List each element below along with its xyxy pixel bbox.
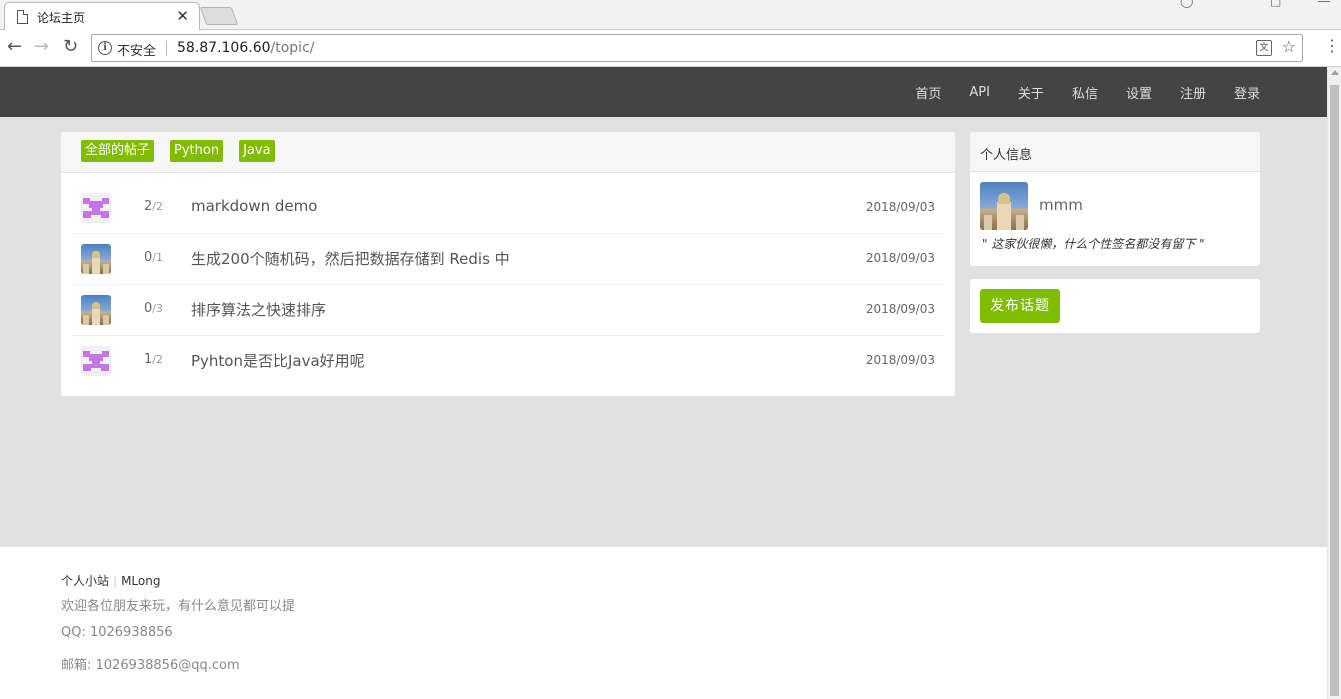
avatar[interactable] bbox=[81, 244, 111, 274]
nav-settings[interactable]: 设置 bbox=[1126, 83, 1152, 102]
footer-email: 邮箱: 1026938856@qq.com bbox=[61, 658, 240, 673]
site-footer: 个人小站 | MLong 欢迎各位朋友来玩，有什么意见都可以提 QQ: 102693… bbox=[0, 547, 1327, 699]
avatar[interactable] bbox=[81, 193, 111, 223]
translate-icon[interactable]: 文 bbox=[1256, 40, 1272, 56]
scroll-up-icon[interactable] bbox=[1331, 70, 1339, 75]
footer-welcome: 欢迎各位朋友来玩，有什么意见都可以提 bbox=[61, 599, 296, 614]
visit-count: 2 bbox=[156, 353, 163, 366]
security-label: 不安全 bbox=[117, 44, 157, 59]
address-bar[interactable]: i 不安全 58.87.106.60/topic/ 文 ☆ bbox=[91, 34, 1303, 62]
browser-tabstrip: 论坛主页 ✕ ◯ □ ― bbox=[0, 0, 1341, 31]
topic-list: 2/2 markdown demo 2018/09/03 0/1 生成200个随… bbox=[61, 173, 955, 387]
footer-link-personal-site[interactable]: 个人小站 bbox=[61, 574, 109, 588]
back-icon[interactable]: ← bbox=[7, 36, 22, 58]
username[interactable]: mmm bbox=[1039, 196, 1083, 214]
user-info-header: 个人信息 bbox=[970, 132, 1260, 172]
reload-icon[interactable]: ↻ bbox=[63, 36, 78, 58]
maximize-icon[interactable]: □ bbox=[1270, 0, 1281, 8]
topic-panel: 全部的帖子 Python Java 2/2 markdown demo 2018… bbox=[61, 132, 955, 396]
tab-title: 论坛主页 bbox=[37, 11, 86, 25]
page-scrollbar[interactable] bbox=[1327, 67, 1341, 699]
info-icon[interactable]: i bbox=[98, 41, 112, 55]
identicon-avatar-icon bbox=[81, 346, 111, 376]
url-path: /topic/ bbox=[270, 40, 315, 56]
tab-python[interactable]: Python bbox=[170, 140, 224, 162]
topic-counts: 2/2 bbox=[144, 199, 163, 214]
avatar[interactable] bbox=[81, 295, 111, 325]
topic-date: 2018/09/03 bbox=[865, 200, 935, 214]
user-avatar[interactable] bbox=[980, 182, 1028, 230]
site-navbar: 首页 API 关于 私信 设置 注册 登录 bbox=[0, 67, 1327, 117]
photo-avatar-icon bbox=[81, 295, 111, 325]
identicon-avatar-icon bbox=[81, 193, 111, 223]
topic-date: 2018/09/03 bbox=[865, 251, 935, 265]
nav-home[interactable]: 首页 bbox=[915, 83, 941, 102]
nav-menu: 首页 API 关于 私信 设置 注册 登录 bbox=[887, 67, 1260, 117]
post-topic-panel: 发布话题 bbox=[970, 279, 1260, 333]
nav-login[interactable]: 登录 bbox=[1234, 83, 1260, 102]
topic-title-link[interactable]: 生成200个随机码，然后把数据存储到 Redis 中 bbox=[191, 248, 510, 269]
forward-icon[interactable]: → bbox=[34, 36, 49, 58]
visit-count: 1 bbox=[156, 251, 163, 264]
scroll-thumb[interactable] bbox=[1330, 85, 1339, 696]
topic-row: 0/1 生成200个随机码，然后把数据存储到 Redis 中 2018/09/0… bbox=[71, 234, 945, 285]
avatar[interactable] bbox=[81, 346, 111, 376]
page-icon bbox=[17, 10, 28, 24]
topic-row: 0/3 排序算法之快速排序 2018/09/03 bbox=[71, 285, 945, 336]
browser-tab[interactable]: 论坛主页 ✕ bbox=[4, 2, 200, 31]
topic-date: 2018/09/03 bbox=[865, 353, 935, 367]
visit-count: 3 bbox=[156, 302, 163, 315]
nav-about[interactable]: 关于 bbox=[1018, 83, 1044, 102]
user-info-panel: 个人信息 mmm " 这家伙很懒，什么个性签名都没有留下 " bbox=[970, 132, 1260, 266]
url-text[interactable]: 58.87.106.60/topic/ bbox=[177, 40, 314, 56]
nav-api[interactable]: API bbox=[969, 85, 990, 100]
omnibox-divider bbox=[166, 41, 167, 56]
new-tab-icon[interactable] bbox=[199, 7, 239, 25]
topic-title-link[interactable]: Pyhton是否比Java好用呢 bbox=[191, 350, 365, 371]
browser-toolbar: ← → ↻ i 不安全 58.87.106.60/topic/ 文 ☆ ⋮ bbox=[0, 30, 1341, 67]
url-host: 58.87.106.60 bbox=[177, 40, 271, 56]
topic-date: 2018/09/03 bbox=[865, 302, 935, 316]
tab-all-topics[interactable]: 全部的帖子 bbox=[81, 140, 155, 162]
post-topic-button[interactable]: 发布话题 bbox=[980, 289, 1060, 323]
footer-link-mlong[interactable]: MLong bbox=[121, 574, 160, 588]
topic-row: 1/2 Pyhton是否比Java好用呢 2018/09/03 bbox=[71, 336, 945, 387]
main-content: 全部的帖子 Python Java 2/2 markdown demo 2018… bbox=[0, 117, 1327, 547]
minimize-icon[interactable]: ◯ bbox=[1180, 0, 1193, 8]
star-icon[interactable]: ☆ bbox=[1282, 37, 1296, 56]
topic-counts: 1/2 bbox=[144, 352, 163, 367]
window-close-icon[interactable]: ― bbox=[1318, 0, 1330, 8]
nav-messages[interactable]: 私信 bbox=[1072, 83, 1098, 102]
menu-icon[interactable]: ⋮ bbox=[1324, 38, 1340, 54]
topic-title-link[interactable]: markdown demo bbox=[191, 197, 317, 215]
topic-counts: 0/1 bbox=[144, 250, 163, 265]
photo-avatar-icon bbox=[81, 244, 111, 274]
visit-count: 2 bbox=[156, 200, 163, 213]
topic-row: 2/2 markdown demo 2018/09/03 bbox=[71, 173, 945, 234]
nav-register[interactable]: 注册 bbox=[1180, 83, 1206, 102]
photo-avatar-icon bbox=[980, 182, 1028, 230]
user-signature: " 这家伙很懒，什么个性签名都没有留下 " bbox=[982, 237, 1205, 251]
topic-counts: 0/3 bbox=[144, 301, 163, 316]
footer-qq: QQ: 1026938856 bbox=[61, 625, 173, 640]
tab-java[interactable]: Java bbox=[239, 140, 275, 162]
footer-links: 个人小站 | MLong bbox=[61, 574, 161, 588]
topic-title-link[interactable]: 排序算法之快速排序 bbox=[191, 299, 326, 320]
topic-tabs: 全部的帖子 Python Java bbox=[61, 132, 955, 173]
tab-close-icon[interactable]: ✕ bbox=[176, 7, 189, 25]
